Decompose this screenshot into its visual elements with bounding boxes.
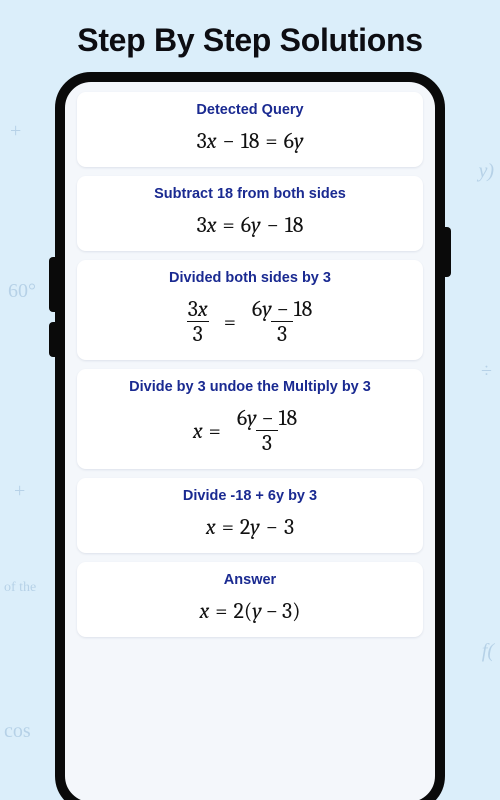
phone-side-button xyxy=(443,227,451,277)
phone-frame: Detected Query 3x−18=6y Subtract 18 from… xyxy=(55,72,445,800)
step-equation: x=2y−3 xyxy=(89,516,411,538)
step-header: Subtract 18 from both sides xyxy=(89,186,411,202)
step-card[interactable]: Divided both sides by 3 3x3=6y − 183 xyxy=(77,260,423,360)
step-header: Divided both sides by 3 xyxy=(89,270,411,286)
step-card[interactable]: Answer x=2(y−3) xyxy=(77,562,423,637)
step-equation: x=2(y−3) xyxy=(89,600,411,622)
page-title: Step By Step Solutions xyxy=(0,22,500,59)
step-header: Divide by 3 undoe the Multiply by 3 xyxy=(89,379,411,395)
step-card[interactable]: Subtract 18 from both sides 3x=6y−18 xyxy=(77,176,423,251)
step-card[interactable]: Divide -18 + 6y by 3 x=2y−3 xyxy=(77,478,423,553)
step-card[interactable]: Detected Query 3x−18=6y xyxy=(77,92,423,167)
step-header: Divide -18 + 6y by 3 xyxy=(89,488,411,504)
step-header: Answer xyxy=(89,572,411,588)
step-equation: 3x=6y−18 xyxy=(89,214,411,236)
step-header: Detected Query xyxy=(89,102,411,118)
step-equation: 3x3=6y − 183 xyxy=(89,298,411,345)
step-equation: 3x−18=6y xyxy=(89,130,411,152)
step-card[interactable]: Divide by 3 undoe the Multiply by 3 x=6y… xyxy=(77,369,423,469)
phone-screen: Detected Query 3x−18=6y Subtract 18 from… xyxy=(65,82,435,800)
step-equation: x=6y − 183 xyxy=(89,407,411,454)
